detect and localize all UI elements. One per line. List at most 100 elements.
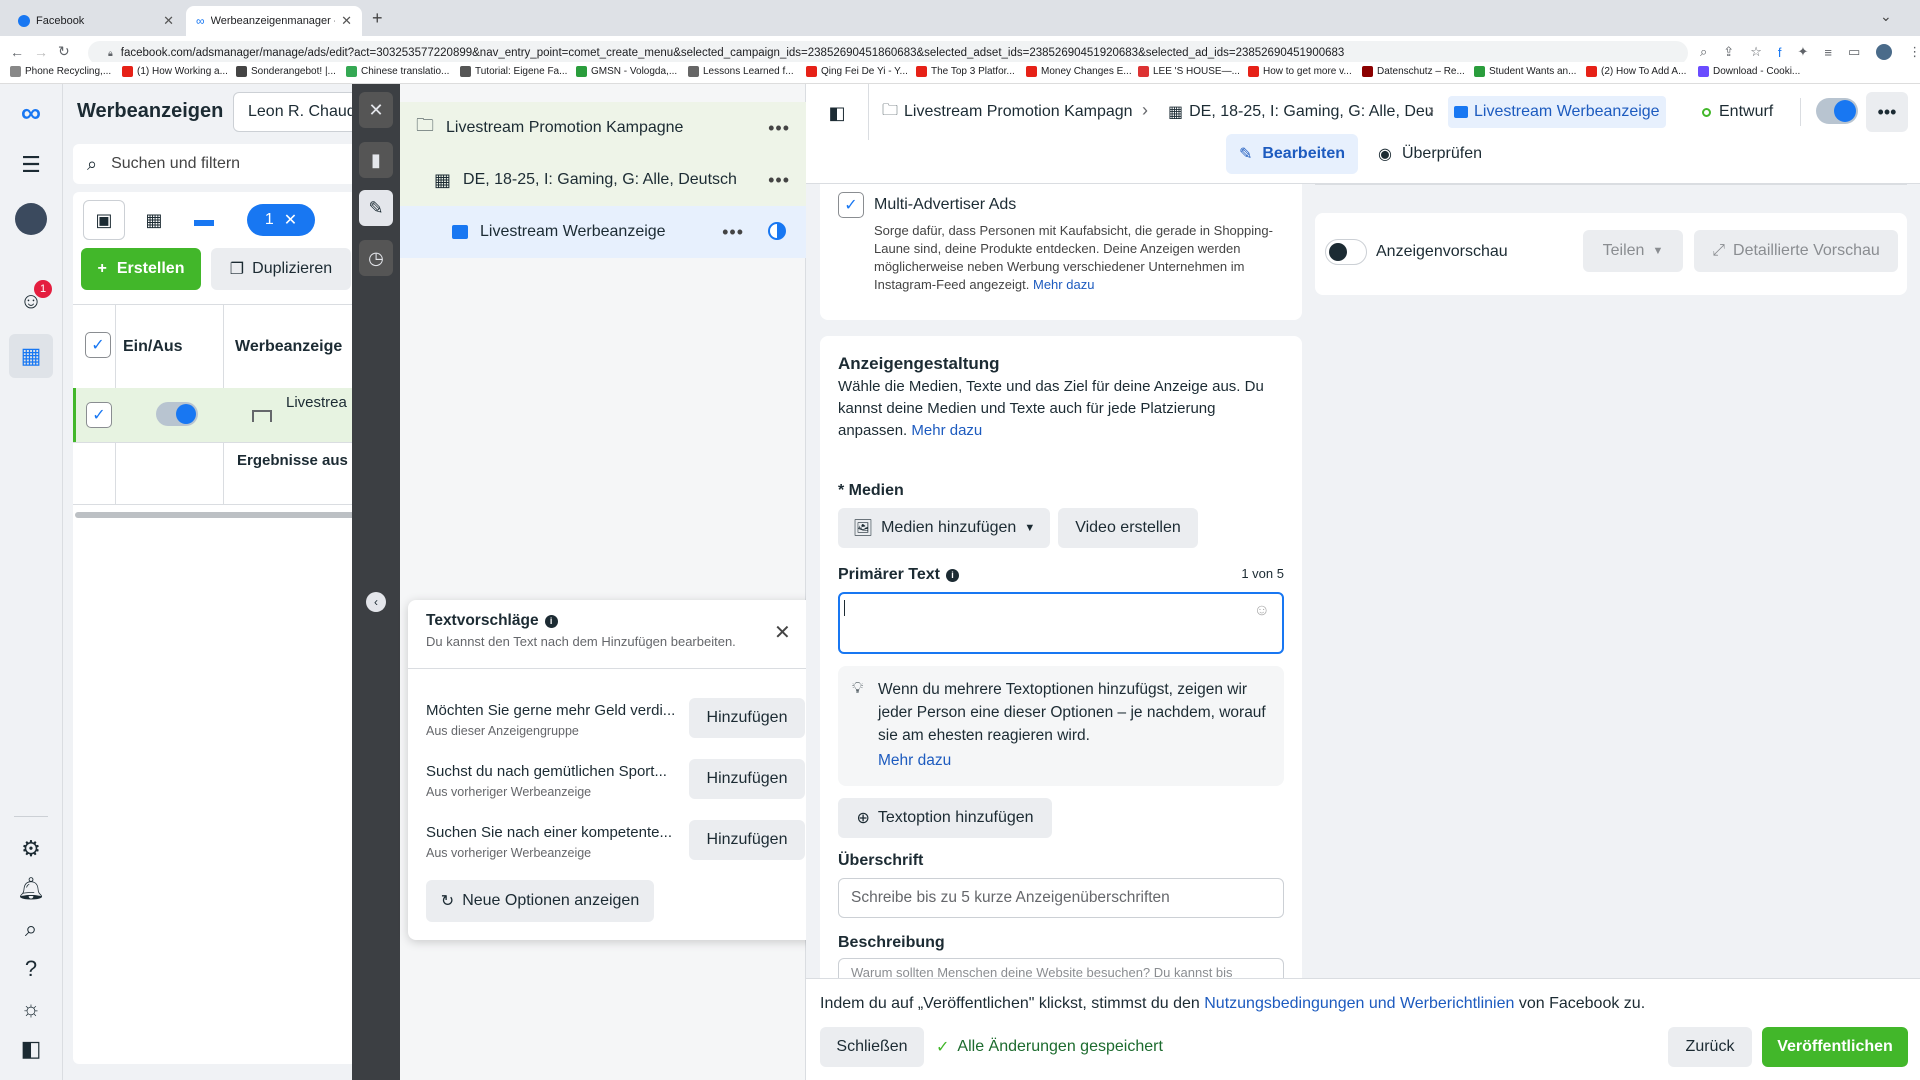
info-icon[interactable]: i (544, 614, 558, 628)
browser-menu-icon[interactable]: ⋮ (1908, 44, 1920, 60)
tab-review[interactable]: ◉ Überprüfen (1378, 134, 1482, 174)
add-suggestion-button[interactable]: Hinzufügen (689, 820, 805, 860)
add-suggestion-button[interactable]: Hinzufügen (689, 759, 805, 799)
tree-item-ad[interactable]: Livestream Werbeanzeige ••• (400, 206, 806, 258)
column-header-ad[interactable]: Werbeanzeige (235, 338, 342, 356)
bookmark-item[interactable]: Qing Fei De Yi - Y... (806, 66, 908, 77)
ad-onoff-toggle[interactable] (156, 402, 198, 426)
profile-avatar-icon[interactable] (1876, 44, 1893, 60)
stats-chart-icon[interactable]: ▮ (359, 142, 393, 178)
extensions-icon[interactable]: ✦ (1797, 44, 1808, 60)
row-checkbox[interactable]: ✓ (86, 402, 112, 428)
edit-pencil-icon[interactable]: ✎ (359, 190, 393, 226)
column-header-onoff[interactable]: Ein/Aus (123, 338, 183, 356)
detailed-preview-button[interactable]: ⤢ Detaillierte Vorschau (1694, 230, 1898, 272)
browser-tab-facebook[interactable]: Facebook ✕ (8, 6, 184, 36)
menu-icon[interactable]: ☰ (14, 148, 48, 182)
bookmark-item[interactable]: Money Changes E... (1026, 66, 1132, 77)
bookmark-item[interactable]: Sonderangebot! |... (236, 66, 336, 77)
campaign-more-icon[interactable]: ••• (768, 118, 790, 139)
bookmark-item[interactable]: The Top 3 Platfor... (916, 66, 1015, 77)
meta-logo-icon[interactable]: ∞ (14, 96, 48, 130)
share-dropdown[interactable]: Teilen ▼ (1583, 230, 1683, 272)
search-icon[interactable]: ⌕ (14, 912, 48, 946)
close-tab-icon[interactable]: ✕ (341, 13, 352, 29)
bookmark-star-icon[interactable]: ☆ (1750, 44, 1762, 60)
bell-icon[interactable]: 🔔︎ (14, 872, 48, 906)
bookmark-item[interactable]: Tutorial: Eigene Fa... (460, 66, 567, 77)
show-new-options-button[interactable]: ↻ Neue Optionen anzeigen (426, 880, 654, 922)
add-text-option-button[interactable]: ⊕ Textoption hinzufügen (838, 798, 1052, 838)
back-icon[interactable]: ← (10, 44, 24, 60)
more-options-icon[interactable]: ••• (1866, 92, 1908, 132)
campaigns-tab-icon[interactable]: ▣ (83, 200, 125, 240)
facebook-extension-icon[interactable]: f (1778, 45, 1782, 60)
bookmark-item[interactable]: How to get more v... (1248, 66, 1352, 77)
close-suggestions-icon[interactable]: ✕ (774, 620, 791, 645)
adsets-tab-icon[interactable]: ▦ (133, 200, 175, 240)
sidebar-icon[interactable]: ▭ (1848, 44, 1860, 60)
bookmark-item[interactable]: Datenschutz – Re... (1362, 66, 1465, 77)
add-media-dropdown[interactable]: 🖼︎ Medien hinzufügen ▼ (838, 508, 1050, 548)
bookmark-item[interactable]: Phone Recycling,... (10, 66, 111, 77)
breadcrumb-ad[interactable]: Livestream Werbeanzeige (1448, 96, 1666, 128)
tab-edit[interactable]: ✎ Bearbeiten (1226, 134, 1358, 174)
back-button[interactable]: Zurück (1668, 1027, 1752, 1067)
create-video-button[interactable]: Video erstellen (1058, 508, 1198, 548)
tree-item-adset[interactable]: ▦ DE, 18-25, I: Gaming, G: Alle, Deutsch… (400, 154, 806, 206)
share-icon[interactable]: ⇪ (1723, 44, 1734, 60)
bookmark-item[interactable]: Student Wants an... (1474, 66, 1576, 77)
select-all-checkbox[interactable]: ✓ (85, 332, 111, 358)
terms-link[interactable]: Nutzungsbedingungen und Werberichtlinien (1204, 995, 1514, 1012)
ad-enable-toggle[interactable] (1816, 98, 1858, 124)
headline-input[interactable]: Schreibe bis zu 5 kurze Anzeigenüberschr… (838, 878, 1284, 918)
history-clock-icon[interactable]: ◷ (359, 240, 393, 276)
search-input[interactable]: ⌕ Suchen und filtern (73, 144, 363, 184)
add-suggestion-button[interactable]: Hinzufügen (689, 698, 805, 738)
close-button[interactable]: Schließen (820, 1027, 924, 1067)
reload-icon[interactable]: ↻ (58, 43, 70, 60)
row-ad-name[interactable]: Livestrea (286, 394, 356, 411)
bookmark-item[interactable]: (2) How To Add A... (1586, 66, 1686, 77)
bookmark-item[interactable]: LEE 'S HOUSE—... (1138, 66, 1240, 77)
close-tab-icon[interactable]: ✕ (163, 13, 174, 29)
creative-more-link[interactable]: Mehr dazu (911, 422, 982, 439)
sidebar-toggle-icon[interactable]: ◧ (822, 98, 852, 128)
forward-icon[interactable]: → (34, 44, 48, 60)
settings-gear-icon[interactable]: ⚙ (14, 832, 48, 866)
breadcrumb-adset[interactable]: ▦ DE, 18-25, I: Gaming, G: Alle, Deu (1168, 96, 1434, 128)
clear-selection-icon[interactable]: ✕ (284, 210, 297, 230)
new-tab-icon[interactable]: + (372, 8, 383, 29)
info-icon[interactable]: i (945, 568, 959, 582)
help-icon[interactable]: ? (14, 952, 48, 986)
bookmark-item[interactable]: (1) How Working a... (122, 66, 228, 77)
bookmark-item[interactable]: Download - Cooki... (1698, 66, 1800, 77)
bookmark-item[interactable]: Lessons Learned f... (688, 66, 794, 77)
bug-report-icon[interactable]: ☼ (14, 992, 48, 1026)
multi-advertiser-more-link[interactable]: Mehr dazu (1033, 277, 1094, 292)
primary-text-input[interactable]: ☺ (838, 592, 1284, 654)
bookmark-item[interactable]: Chinese translatio... (346, 66, 449, 77)
adset-more-icon[interactable]: ••• (768, 170, 790, 191)
preview-toggle[interactable] (1325, 239, 1367, 265)
bookmark-item[interactable]: GMSN - Vologda,... (576, 66, 677, 77)
publish-button[interactable]: Veröffentlichen (1762, 1027, 1908, 1067)
account-selector[interactable]: Leon R. Chaudh (233, 92, 363, 132)
account-avatar[interactable] (14, 202, 48, 236)
duplicate-button[interactable]: ❐ Duplizieren (211, 248, 351, 290)
selected-count-chip[interactable]: 1 ✕ (247, 204, 315, 236)
emoji-icon[interactable]: ☺ (1254, 602, 1270, 620)
multi-advertiser-checkbox[interactable]: ✓ (838, 192, 864, 218)
zoom-icon[interactable]: ⌕ (1700, 44, 1707, 60)
close-editor-icon[interactable]: ✕ (359, 92, 393, 128)
tab-search-icon[interactable]: ⌄ (1880, 8, 1892, 25)
description-input[interactable]: Warum sollten Menschen deine Website bes… (838, 958, 1284, 978)
tree-item-campaign[interactable]: 🗀︎ Livestream Promotion Kampagne ••• (400, 102, 806, 154)
ads-tab-icon[interactable]: ▬ (183, 200, 225, 240)
create-button[interactable]: + Erstellen (81, 248, 201, 290)
table-row[interactable]: ✓ Livestrea (73, 388, 363, 442)
collapse-arrow-icon[interactable]: ‹ (366, 592, 386, 612)
ad-more-icon[interactable]: ••• (722, 222, 744, 243)
horizontal-scrollbar[interactable] (75, 512, 361, 518)
notifications-face-icon[interactable]: ☺ 1 (14, 280, 52, 318)
